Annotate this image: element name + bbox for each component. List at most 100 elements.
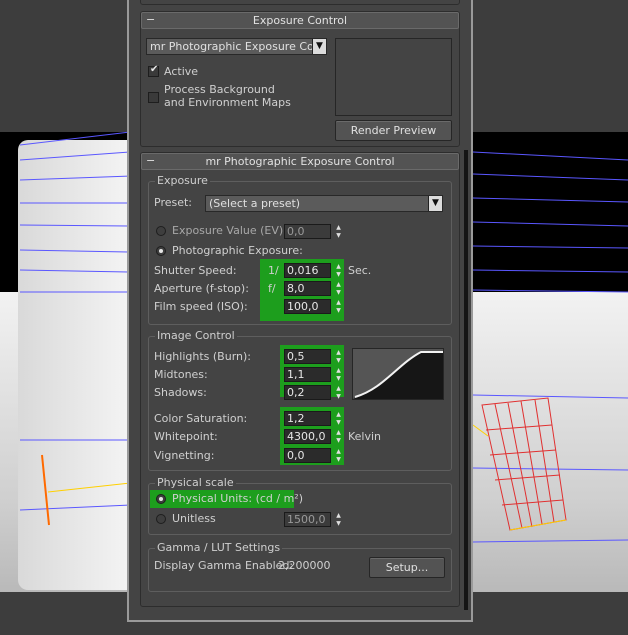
highlights-field[interactable]: 0,5	[284, 349, 331, 364]
unitless-spinner[interactable]: 1500,0 ▲ ▼	[284, 512, 344, 527]
color-saturation-field[interactable]: 1,2	[284, 411, 331, 426]
exposure-value-label: Exposure Value (EV):	[172, 224, 287, 237]
iso-field[interactable]: 100,0	[284, 299, 331, 314]
rollout-header-exposure-control[interactable]: − Exposure Control	[141, 12, 459, 29]
group-title: Exposure	[155, 174, 210, 187]
shadows-label: Shadows:	[154, 386, 207, 399]
physical-units-radio[interactable]	[156, 494, 166, 504]
exposure-type-select[interactable]: mr Photographic Exposure Control ▼	[146, 38, 327, 55]
spinner-arrows[interactable]: ▲ ▼	[334, 411, 343, 426]
spinner-arrows[interactable]: ▲ ▼	[334, 385, 343, 400]
exposure-value-radio[interactable]	[156, 226, 166, 236]
group-title: Physical scale	[155, 476, 236, 489]
collapse-icon[interactable]: −	[146, 12, 155, 27]
spin-up-icon[interactable]: ▲	[334, 299, 343, 306]
collapse-icon[interactable]: −	[146, 153, 155, 168]
color-saturation-label: Color Saturation:	[154, 412, 248, 425]
shadows-field[interactable]: 0,2	[284, 385, 331, 400]
spin-down-icon[interactable]: ▼	[334, 232, 343, 239]
whitepoint-spinner[interactable]: 4300,0 ▲ ▼	[284, 429, 344, 444]
vignetting-field[interactable]: 0,0	[284, 448, 331, 463]
spin-up-icon[interactable]: ▲	[334, 224, 343, 231]
spin-up-icon[interactable]: ▲	[334, 512, 343, 519]
spin-down-icon[interactable]: ▼	[334, 357, 343, 364]
spin-down-icon[interactable]: ▼	[334, 375, 343, 382]
spin-up-icon[interactable]: ▲	[334, 349, 343, 356]
active-checkbox[interactable]: ✔	[148, 64, 159, 77]
whitepoint-field[interactable]: 4300,0	[284, 429, 331, 444]
vignetting-spinner[interactable]: 0,0 ▲ ▼	[284, 448, 344, 463]
dropdown-arrow-icon[interactable]: ▼	[312, 39, 326, 54]
unitless-label: Unitless	[172, 512, 216, 525]
spinner-arrows[interactable]: ▲ ▼	[334, 224, 343, 239]
display-gamma-label: Display Gamma Enabled:	[154, 559, 294, 572]
highlights-label: Highlights (Burn):	[154, 350, 251, 363]
spinner-arrows[interactable]: ▲ ▼	[334, 263, 343, 278]
spin-down-icon[interactable]: ▼	[334, 271, 343, 278]
spin-down-icon[interactable]: ▼	[334, 307, 343, 314]
spinner-arrows[interactable]: ▲ ▼	[334, 512, 343, 527]
spin-up-icon[interactable]: ▲	[334, 367, 343, 374]
spin-down-icon[interactable]: ▼	[334, 419, 343, 426]
spin-down-icon[interactable]: ▼	[334, 393, 343, 400]
spin-up-icon[interactable]: ▲	[334, 429, 343, 436]
spinner-arrows[interactable]: ▲ ▼	[334, 299, 343, 314]
process-background-label-1: Process Background	[164, 83, 275, 96]
spin-down-icon[interactable]: ▼	[334, 437, 343, 444]
panel-scrollbar[interactable]	[464, 150, 468, 610]
spin-up-icon[interactable]: ▲	[334, 263, 343, 270]
process-background-checkbox[interactable]	[148, 92, 159, 103]
spin-down-icon[interactable]: ▼	[334, 289, 343, 296]
midtones-label: Midtones:	[154, 368, 208, 381]
active-label: Active	[164, 65, 199, 78]
preset-label: Preset:	[154, 196, 193, 209]
midtones-spinner[interactable]: 1,1 ▲ ▼	[284, 367, 344, 382]
spin-up-icon[interactable]: ▲	[334, 385, 343, 392]
rollout-header-mr-photographic[interactable]: − mr Photographic Exposure Control	[141, 153, 459, 170]
spin-up-icon[interactable]: ▲	[334, 448, 343, 455]
check-icon: ✔	[150, 64, 159, 75]
setup-button[interactable]: Setup...	[369, 557, 445, 578]
highlights-spinner[interactable]: 0,5 ▲ ▼	[284, 349, 344, 364]
preset-select[interactable]: (Select a preset) ▼	[205, 195, 443, 212]
spin-down-icon[interactable]: ▼	[334, 456, 343, 463]
unitless-field[interactable]: 1500,0	[284, 512, 331, 527]
exposure-value-spinner[interactable]: 0,0 ▲ ▼	[284, 224, 344, 239]
shutter-prefix: 1/	[268, 264, 279, 277]
spin-down-icon[interactable]: ▼	[334, 520, 343, 527]
tone-curve-graph	[353, 351, 443, 399]
physical-units-label: Physical Units: (cd / m²)	[172, 492, 304, 505]
spinner-arrows[interactable]: ▲ ▼	[334, 349, 343, 364]
shadows-spinner[interactable]: 0,2 ▲ ▼	[284, 385, 344, 400]
preview-area	[335, 38, 452, 116]
spinner-arrows[interactable]: ▲ ▼	[334, 281, 343, 296]
aperture-spinner[interactable]: 8,0 ▲ ▼	[284, 281, 344, 296]
tone-curve-preview	[352, 348, 444, 400]
dropdown-arrow-icon[interactable]: ▼	[428, 196, 442, 211]
rollout-mr-photographic: − mr Photographic Exposure Control Expos…	[140, 152, 460, 607]
preset-value: (Select a preset)	[209, 197, 301, 210]
spinner-arrows[interactable]: ▲ ▼	[334, 448, 343, 463]
unitless-radio[interactable]	[156, 514, 166, 524]
photographic-exposure-radio[interactable]	[156, 246, 166, 256]
render-preview-button[interactable]: Render Preview	[335, 120, 452, 141]
color-saturation-spinner[interactable]: 1,2 ▲ ▼	[284, 411, 344, 426]
rollout-previous-stub	[140, 0, 460, 5]
aperture-field[interactable]: 8,0	[284, 281, 331, 296]
rollout-exposure-control: − Exposure Control mr Photographic Expos…	[140, 11, 460, 147]
spin-up-icon[interactable]: ▲	[334, 281, 343, 288]
exposure-value-field[interactable]: 0,0	[284, 224, 331, 239]
spin-up-icon[interactable]: ▲	[334, 411, 343, 418]
spinner-arrows[interactable]: ▲ ▼	[334, 429, 343, 444]
shutter-speed-label: Shutter Speed:	[154, 264, 237, 277]
midtones-field[interactable]: 1,1	[284, 367, 331, 382]
aperture-label: Aperture (f-stop):	[154, 282, 249, 295]
rollout-title: Exposure Control	[252, 14, 348, 27]
vignetting-label: Vignetting:	[154, 449, 215, 462]
spinner-arrows[interactable]: ▲ ▼	[334, 367, 343, 382]
scrollbar-thumb[interactable]	[464, 150, 468, 610]
shutter-speed-field[interactable]: 0,016	[284, 263, 331, 278]
process-background-label-2: and Environment Maps	[164, 96, 291, 109]
iso-spinner[interactable]: 100,0 ▲ ▼	[284, 299, 344, 314]
shutter-speed-spinner[interactable]: 0,016 ▲ ▼	[284, 263, 344, 278]
